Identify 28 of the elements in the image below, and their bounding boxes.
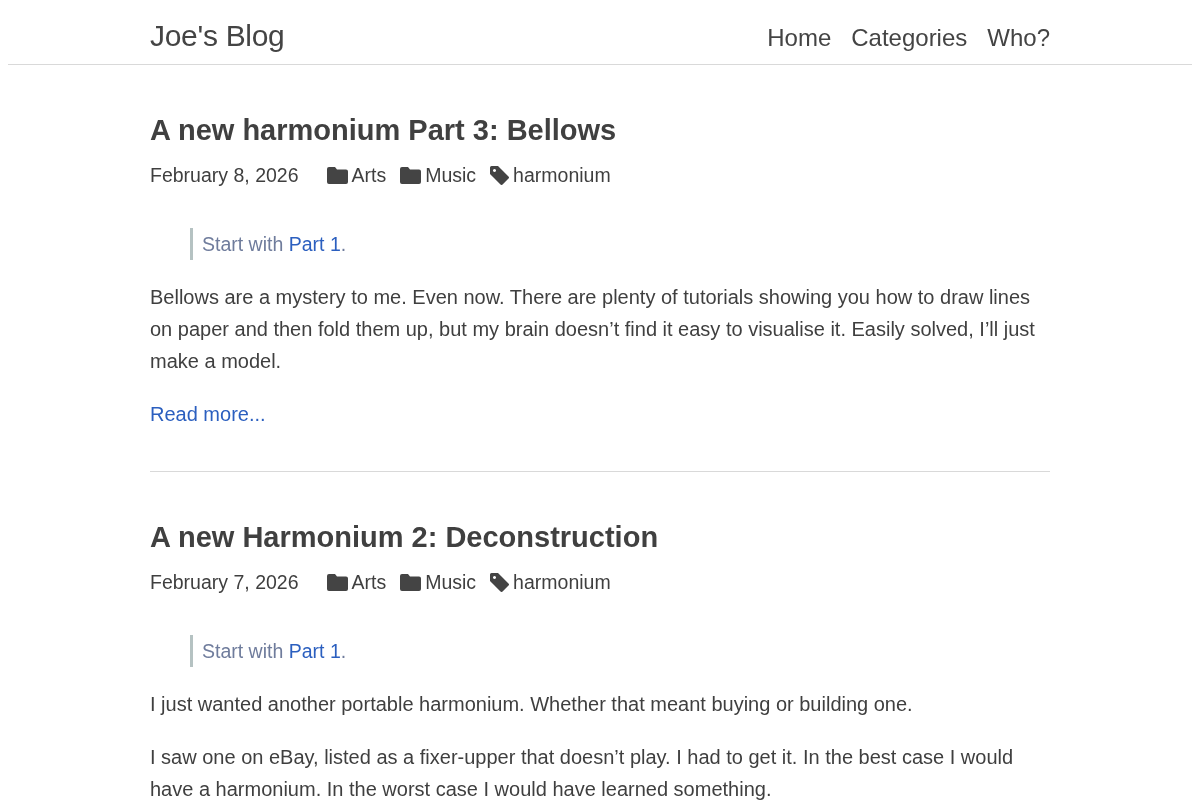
post-paragraph: I just wanted another portable harmonium. Whether that meant buying or building one. [150,692,914,717]
post-title[interactable]: A new harmonium Part 3: Bellows [150,110,617,150]
read-more-link[interactable]: Read more... [150,398,266,430]
category-link[interactable]: Music [400,163,477,187]
part-link[interactable]: Part 1 [288,233,341,255]
category-link[interactable]: Arts [326,163,387,187]
post-paragraph: I saw one on eBay, listed as a fixer-upper that doesn’t play. I had to get it. In the best case I would have a harmonium. In the worst case I would have learned something. [150,745,1015,800]
folder-icon [400,573,422,591]
tag-icon [490,572,510,592]
tag-link[interactable]: harmonium [490,570,611,594]
post-date: February 7, 2026 [150,570,299,594]
site-title[interactable]: Joe's Blog [150,19,285,53]
post-date: February 8, 2026 [150,163,299,187]
post-paragraph: Bellows are a mystery to me. Even now. There are plenty of tutorials showing you how to draw lines on paper and then fold them up, but my brain doesn’t find it easy to visualise it. Easily solved, I’ll just make a model. [150,285,1036,374]
part-link[interactable]: Part 1 [288,640,341,662]
tag-link[interactable]: harmonium [490,163,611,187]
folder-icon [326,166,348,184]
nav-link[interactable]: Who? [987,24,1050,52]
post-title[interactable]: A new Harmonium 2: Deconstruction [150,517,659,557]
quote-text: Start with Part 1. [190,228,347,260]
category-link[interactable]: Music [400,570,477,594]
quote-text: Start with Part 1. [190,635,347,667]
nav-link[interactable]: Home [767,24,832,52]
folder-icon [400,166,422,184]
folder-icon [326,573,348,591]
tag-icon [490,165,510,185]
nav-link[interactable]: Categories [851,24,968,52]
category-link[interactable]: Arts [326,570,387,594]
